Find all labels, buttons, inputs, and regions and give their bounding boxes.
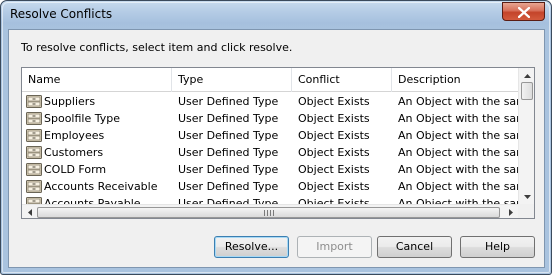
cell-name: Accounts Payable [22,195,172,204]
column-header-type[interactable]: Type [172,68,292,92]
close-icon [518,7,530,18]
dialog-window: Resolve Conflicts To resolve conflicts, … [0,0,552,275]
help-button[interactable]: Help [460,236,535,258]
cell-description: An Object with the sam... [398,129,518,142]
cabinet-icon [26,95,42,108]
scroll-left-arrow-icon[interactable] [22,205,37,218]
cell-name: Accounts Receivable [22,178,172,195]
import-button[interactable]: Import [297,236,372,258]
cell-conflict: Object Exists [298,197,370,204]
cell-type: User Defined Type [178,95,279,108]
cell-description: An Object with the sam... [398,197,518,204]
cell-description: An Object with the sam... [398,146,518,159]
table-row[interactable]: Accounts Receivable User Defined Type Obje… [22,178,518,195]
cabinet-icon [26,163,42,176]
horizontal-scroll-thumb[interactable] [37,207,500,218]
row-name: Employees [44,129,105,142]
cell-name: COLD Form [22,161,172,178]
horizontal-scrollbar[interactable] [22,204,518,218]
table-row[interactable]: Customers User Defined Type Object Exists A… [22,144,518,161]
scroll-down-arrow-icon[interactable] [520,189,534,204]
cell-type: User Defined Type [178,163,279,176]
dialog-client-area: To resolve conflicts, select item and cl… [8,29,545,268]
row-name: Spoolfile Type [44,112,120,125]
cell-type: User Defined Type [178,197,279,204]
list-rows: Suppliers User Defined Type Object Exists A… [22,93,518,204]
vertical-scrollbar[interactable] [518,68,534,204]
cell-conflict: Object Exists [298,146,370,159]
cell-conflict: Object Exists [298,163,370,176]
cell-type: User Defined Type [178,180,279,193]
cell-description: An Object with the sam... [398,95,518,108]
cell-name: Customers [22,144,172,161]
table-row[interactable]: Employees User Defined Type Object Exists A… [22,127,518,144]
cell-conflict: Object Exists [298,95,370,108]
cell-description: An Object with the sam... [398,180,518,193]
scroll-up-arrow-icon[interactable] [520,68,534,83]
table-row[interactable]: COLD Form User Defined Type Object Exists A… [22,161,518,178]
column-header-name[interactable]: Name [22,68,172,92]
cell-name: Spoolfile Type [22,110,172,127]
cell-type: User Defined Type [178,112,279,125]
resolve-button[interactable]: Resolve... [214,236,289,258]
cabinet-icon [26,129,42,142]
cell-description: An Object with the sam... [398,112,518,125]
cancel-button[interactable]: Cancel [377,236,452,258]
cell-description: An Object with the sam... [398,163,518,176]
cell-type: User Defined Type [178,146,279,159]
vertical-scroll-thumb[interactable] [521,82,533,100]
row-name: COLD Form [44,163,107,176]
cell-conflict: Object Exists [298,129,370,142]
scrollbar-corner [518,204,534,218]
conflicts-list[interactable]: Name Type Conflict Description Suppliers… [21,67,535,219]
instruction-text: To resolve conflicts, select item and cl… [21,41,293,54]
cabinet-icon [26,112,42,125]
table-row[interactable]: Suppliers User Defined Type Object Exists A… [22,93,518,110]
row-name: Accounts Receivable [44,180,158,193]
table-row[interactable]: Accounts Payable User Defined Type Object … [22,195,518,204]
scroll-grip-icon [264,210,274,216]
cell-type: User Defined Type [178,129,279,142]
cell-conflict: Object Exists [298,180,370,193]
cell-name: Employees [22,127,172,144]
cabinet-icon [26,197,42,204]
cell-conflict: Object Exists [298,112,370,125]
column-header-conflict[interactable]: Conflict [292,68,392,92]
list-header: Name Type Conflict Description [22,68,518,92]
scroll-right-arrow-icon[interactable] [503,205,518,218]
row-name: Customers [44,146,104,159]
close-button[interactable] [502,2,545,21]
cabinet-icon [26,146,42,159]
column-header-description[interactable]: Description [392,68,518,92]
table-row[interactable]: Spoolfile Type User Defined Type Object Ex… [22,110,518,127]
row-name: Suppliers [44,95,96,108]
cabinet-icon [26,180,42,193]
cell-name: Suppliers [22,93,172,110]
window-title: Resolve Conflicts [10,7,113,21]
row-name: Accounts Payable [44,197,141,204]
